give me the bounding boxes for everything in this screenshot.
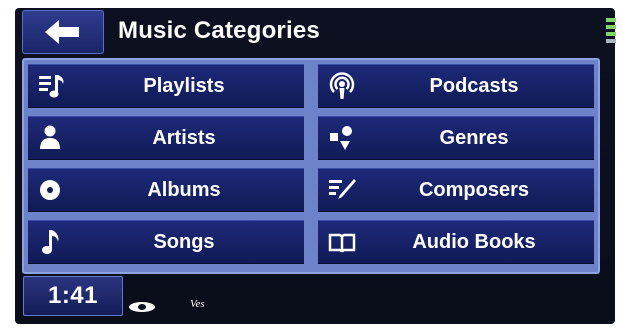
category-albums[interactable]: Albums <box>28 168 304 212</box>
category-label: Composers <box>418 179 530 201</box>
podcast-icon <box>329 72 355 99</box>
footer-label: Ves <box>190 298 205 310</box>
signal-icon <box>606 18 616 43</box>
category-artists[interactable]: Artists <box>28 116 304 160</box>
category-label: Podcasts <box>429 75 519 97</box>
back-button[interactable] <box>22 10 104 54</box>
category-label: Artists <box>152 127 216 149</box>
genre-icon <box>330 126 352 150</box>
screen: Music Categories Playlists Podcasts Arti… <box>0 0 623 329</box>
category-playlists[interactable]: Playlists <box>28 64 304 108</box>
album-icon <box>40 180 60 200</box>
audiobook-icon <box>328 233 356 253</box>
composer-icon <box>329 179 356 199</box>
category-songs[interactable]: Songs <box>28 220 304 264</box>
playlist-icon <box>39 75 64 98</box>
category-composers[interactable]: Composers <box>318 168 594 212</box>
back-arrow-icon <box>45 20 79 44</box>
category-podcasts[interactable]: Podcasts <box>318 64 594 108</box>
eye-icon <box>129 302 155 312</box>
song-icon <box>42 230 59 254</box>
category-genres[interactable]: Genres <box>318 116 594 160</box>
clock-display: 1:41 <box>23 276 123 316</box>
category-grid: Playlists Podcasts Artists Genres Albums… <box>22 58 600 274</box>
category-label: Playlists <box>143 75 225 97</box>
category-label: Albums <box>147 179 221 201</box>
category-audio-books[interactable]: Audio Books <box>318 220 594 264</box>
category-label: Genres <box>439 127 509 149</box>
artist-icon <box>40 125 60 149</box>
category-label: Songs <box>153 231 215 253</box>
page-title: Music Categories <box>118 17 320 44</box>
category-label: Audio Books <box>412 231 536 253</box>
